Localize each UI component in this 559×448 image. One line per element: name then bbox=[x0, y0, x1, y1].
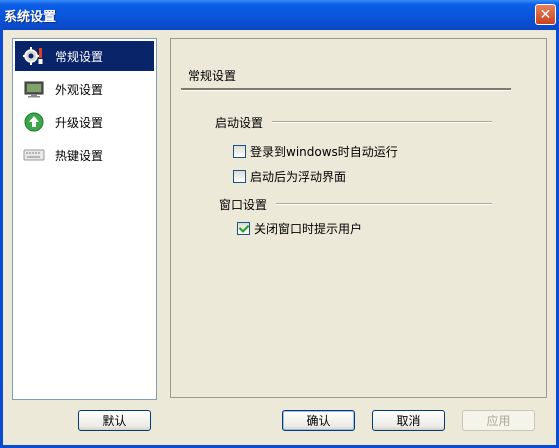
settings-sidebar: 常规设置 外观设置 升级设置 热键设置 bbox=[12, 38, 157, 400]
floating-mode-checkbox[interactable] bbox=[233, 170, 246, 183]
autorun-label: 登录到windows时自动运行 bbox=[250, 145, 398, 159]
sidebar-item-hotkeys[interactable]: 热键设置 bbox=[15, 140, 154, 170]
startup-group-divider bbox=[272, 121, 492, 123]
apply-button[interactable]: 应用 bbox=[462, 410, 535, 431]
ok-button[interactable]: 确认 bbox=[282, 410, 355, 431]
close-prompt-label: 关闭窗口时提示用户 bbox=[254, 222, 363, 236]
settings-panel: 常规设置 启动设置 登录到windows时自动运行 启动后为浮动界面 窗口设置 … bbox=[170, 38, 547, 398]
close-button[interactable]: ✕ bbox=[535, 4, 556, 25]
floating-mode-label: 启动后为浮动界面 bbox=[250, 170, 347, 184]
close-icon: ✕ bbox=[539, 6, 552, 23]
window-group-label: 窗口设置 bbox=[219, 198, 268, 212]
upgrade-arrow-icon bbox=[23, 112, 45, 132]
cancel-button[interactable]: 取消 bbox=[372, 410, 445, 431]
sidebar-item-label: 热键设置 bbox=[55, 148, 104, 163]
close-prompt-checkbox[interactable] bbox=[237, 222, 250, 235]
sidebar-item-upgrade[interactable]: 升级设置 bbox=[15, 107, 154, 137]
sidebar-item-label: 升级设置 bbox=[55, 115, 104, 130]
settings-window: 系统设置 ✕ 常规设置 外观设置 升级设置 热键设置 常规设置 启动设置 登录到… bbox=[0, 0, 559, 448]
autorun-option[interactable]: 登录到windows时自动运行 bbox=[233, 143, 398, 160]
sidebar-item-label: 常规设置 bbox=[55, 49, 104, 64]
close-prompt-option[interactable]: 关闭窗口时提示用户 bbox=[237, 220, 362, 237]
keyboard-icon bbox=[23, 145, 45, 165]
default-button[interactable]: 默认 bbox=[78, 410, 151, 431]
sidebar-item-general[interactable]: 常规设置 bbox=[15, 41, 154, 71]
sidebar-item-label: 外观设置 bbox=[55, 82, 104, 97]
sidebar-item-appearance[interactable]: 外观设置 bbox=[15, 74, 154, 104]
startup-group-label: 启动设置 bbox=[215, 116, 264, 130]
panel-divider bbox=[181, 88, 511, 91]
panel-title: 常规设置 bbox=[188, 69, 237, 83]
monitor-icon bbox=[23, 79, 45, 99]
window-group-divider bbox=[276, 203, 492, 205]
autorun-checkbox[interactable] bbox=[233, 145, 246, 158]
window-title: 系统设置 bbox=[4, 10, 57, 25]
floating-mode-option[interactable]: 启动后为浮动界面 bbox=[233, 168, 346, 185]
gear-wrench-icon bbox=[23, 46, 45, 66]
title-bar[interactable]: 系统设置 ✕ bbox=[0, 0, 559, 30]
